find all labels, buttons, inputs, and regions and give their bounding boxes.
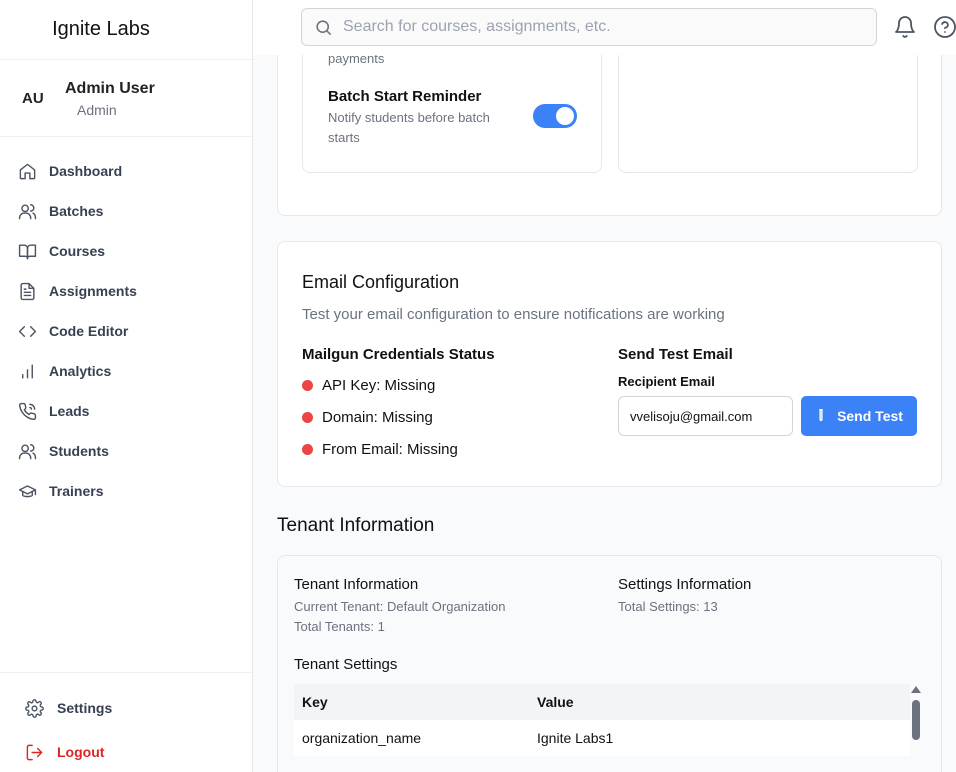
file-text-icon	[20, 282, 35, 300]
send-test-email-title: Send Test Email	[618, 346, 733, 363]
avatar: AU	[22, 90, 44, 107]
sidebar-item-assignments[interactable]: Assignments	[0, 271, 252, 311]
sidebar-nav: Dashboard Batches Courses Assignments Co…	[0, 151, 252, 511]
users-icon	[18, 443, 37, 459]
sidebar-item-students[interactable]: Students	[0, 431, 252, 471]
users-icon	[18, 203, 37, 219]
reminders-panel: Send reminders for upcoming payments Bat…	[302, 55, 602, 173]
search-bar[interactable]	[301, 8, 877, 46]
tenant-settings-title: Tenant Settings	[294, 656, 398, 673]
status-text: Domain: Missing	[322, 409, 433, 426]
column-header-key: Key	[302, 694, 328, 710]
batch-start-reminder-title: Batch Start Reminder	[328, 88, 482, 105]
recipient-email-input[interactable]	[618, 396, 793, 436]
sidebar-item-label: Analytics	[49, 363, 112, 379]
sidebar-item-label: Leads	[49, 403, 90, 419]
help-circle-icon	[934, 16, 956, 38]
logout-icon	[26, 744, 43, 760]
status-dot	[302, 444, 313, 455]
tenant-information-card: Tenant Information Current Tenant: Defau…	[277, 555, 942, 772]
status-dot	[302, 380, 313, 391]
top-header	[253, 0, 956, 55]
sidebar-item-courses[interactable]: Courses	[0, 231, 252, 271]
scrollbar-thumb[interactable]	[912, 700, 920, 740]
brand-name: Ignite Labs	[52, 18, 150, 40]
status-from-email: From Email: Missing	[302, 441, 458, 458]
sidebar-item-code-editor[interactable]: Code Editor	[0, 311, 252, 351]
sidebar-item-settings[interactable]: Settings	[0, 686, 252, 730]
sidebar-item-label: Assignments	[49, 283, 137, 299]
table-scrollbar[interactable]	[911, 686, 921, 772]
tenant-settings-table: Key Value organization_name Ignite Labs1	[294, 684, 910, 756]
sidebar-item-trainers[interactable]: Trainers	[0, 471, 252, 511]
send-test-button[interactable]: Send Test	[801, 396, 917, 436]
sidebar: Ignite Labs AU Admin User Admin Dashboar…	[0, 0, 253, 772]
help-button[interactable]	[933, 15, 956, 39]
settings-info-title: Settings Information	[618, 576, 752, 593]
phone-icon	[18, 402, 37, 420]
email-config-title: Email Configuration	[302, 272, 460, 292]
column-header-value: Value	[537, 694, 574, 710]
search-icon	[316, 19, 332, 35]
current-tenant: Current Tenant: Default Organization	[294, 599, 506, 614]
bell-icon	[895, 16, 915, 38]
status-api-key: API Key: Missing	[302, 377, 435, 394]
tenant-info-title: Tenant Information	[294, 576, 419, 593]
scroll-up-arrow-icon[interactable]	[911, 686, 921, 693]
sidebar-footer: Settings Logout	[0, 672, 252, 772]
status-text: API Key: Missing	[322, 377, 436, 394]
code-icon	[18, 325, 37, 337]
setting-key: organization_name	[302, 730, 422, 746]
main-content: Send reminders for upcoming payments Bat…	[253, 55, 956, 772]
payment-reminder-description: Send reminders for upcoming payments	[328, 55, 385, 66]
notification-settings-card: Send reminders for upcoming payments Bat…	[277, 55, 942, 216]
test-tube-icon	[819, 409, 823, 422]
gear-icon	[25, 698, 44, 718]
notifications-button[interactable]	[893, 15, 917, 39]
table-header: Key Value	[294, 684, 910, 720]
total-settings: Total Settings: 13	[618, 599, 718, 614]
status-domain: Domain: Missing	[302, 409, 433, 426]
sidebar-item-analytics[interactable]: Analytics	[0, 351, 252, 391]
user-profile: AU Admin User Admin	[0, 60, 252, 137]
send-test-label: Send Test	[837, 408, 903, 424]
home-icon	[19, 163, 36, 179]
table-row: organization_name Ignite Labs1	[294, 720, 910, 756]
sidebar-item-label: Code Editor	[49, 323, 129, 339]
side-panel	[618, 55, 918, 173]
sidebar-item-leads[interactable]: Leads	[0, 391, 252, 431]
book-icon	[18, 243, 37, 259]
sidebar-item-dashboard[interactable]: Dashboard	[0, 151, 252, 191]
status-dot	[302, 412, 313, 423]
sidebar-item-label: Students	[49, 443, 109, 459]
tenant-section-heading: Tenant Information	[277, 515, 435, 536]
sidebar-item-label: Trainers	[49, 483, 104, 499]
logout-button[interactable]: Logout	[0, 730, 252, 772]
total-tenants: Total Tenants: 1	[294, 619, 385, 634]
brand-header: Ignite Labs	[0, 0, 252, 60]
batch-start-reminder-toggle[interactable]	[533, 104, 577, 128]
user-name: Admin User	[65, 80, 155, 97]
setting-value: Ignite Labs1	[537, 730, 614, 746]
sidebar-item-label: Dashboard	[49, 163, 123, 179]
mailgun-status-title: Mailgun Credentials Status	[302, 346, 495, 363]
recipient-email-label: Recipient Email	[618, 374, 715, 389]
email-configuration-card: Email Configuration Test your email conf…	[277, 241, 942, 487]
sidebar-item-label: Batches	[49, 203, 104, 219]
sidebar-item-batches[interactable]: Batches	[0, 191, 252, 231]
sidebar-item-label: Settings	[57, 700, 113, 716]
bar-chart-icon	[22, 363, 33, 379]
status-text: From Email: Missing	[322, 441, 458, 458]
sidebar-item-label: Courses	[49, 243, 106, 259]
logout-label: Logout	[57, 744, 105, 760]
batch-start-reminder-description: Notify students before batch starts	[328, 110, 490, 145]
graduation-cap-icon	[18, 484, 37, 497]
search-input[interactable]	[343, 18, 843, 36]
user-role: Admin	[77, 102, 117, 118]
email-config-subtitle: Test your email configuration to ensure …	[302, 306, 725, 323]
